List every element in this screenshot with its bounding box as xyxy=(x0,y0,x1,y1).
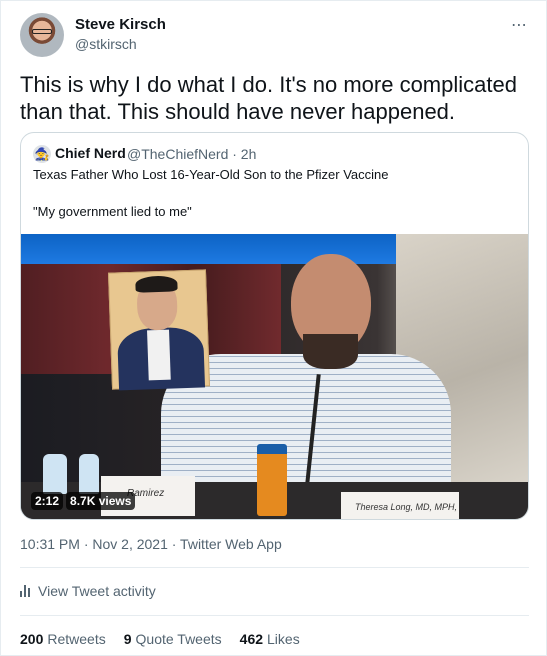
background-screen xyxy=(21,234,419,264)
tweet-card: Steve Kirsch @stkirsch ⋯ This is why I d… xyxy=(0,0,547,656)
view-activity-label: View Tweet activity xyxy=(38,583,156,599)
tweet-text: This is why I do what I do. It's no more… xyxy=(20,72,517,124)
nameplate: Theresa Long, MD, MPH, FS xyxy=(341,492,459,519)
engagement-stats: 200 Retweets 9 Quote Tweets 462 Likes xyxy=(20,631,300,647)
author-avatar[interactable] xyxy=(20,13,64,57)
held-photo xyxy=(107,269,211,391)
likes-stat[interactable]: 462 Likes xyxy=(240,631,300,647)
quote-author-name: Chief Nerd xyxy=(55,145,126,161)
water-bottle xyxy=(43,454,67,494)
quote-author-handle: @TheChiefNerd · 2h xyxy=(127,146,257,162)
divider xyxy=(20,615,529,616)
quote-text-subline: "My government lied to me" xyxy=(33,204,192,219)
quote-tweets-stat[interactable]: 9 Quote Tweets xyxy=(124,631,222,647)
juice-bottle xyxy=(257,444,287,516)
video-thumbnail[interactable]: Ramirez Theresa Long, MD, MPH, FS 2:12 8… xyxy=(21,234,528,519)
more-options-icon[interactable]: ⋯ xyxy=(511,15,528,35)
view-activity-link[interactable]: View Tweet activity xyxy=(20,583,156,599)
author-handle[interactable]: @stkirsch xyxy=(75,36,137,52)
video-duration: 2:12 xyxy=(31,492,64,510)
quote-text-headline: Texas Father Who Lost 16-Year-Old Son to… xyxy=(33,167,389,182)
divider xyxy=(20,567,529,568)
quoted-tweet[interactable]: 🧙 Chief Nerd @TheChiefNerd · 2h Texas Fa… xyxy=(20,132,529,520)
tweet-timestamp[interactable]: 10:31 PM · Nov 2, 2021 · Twitter Web App xyxy=(20,536,282,552)
video-views: 8.7K views xyxy=(66,492,136,510)
video-info-badge: 2:12 8.7K views xyxy=(31,492,136,510)
retweets-stat[interactable]: 200 Retweets xyxy=(20,631,106,647)
quote-avatar: 🧙 xyxy=(33,145,51,163)
analytics-icon xyxy=(20,585,30,597)
water-bottle xyxy=(79,454,99,494)
author-name[interactable]: Steve Kirsch xyxy=(75,16,166,33)
speaker-beard xyxy=(303,334,358,369)
